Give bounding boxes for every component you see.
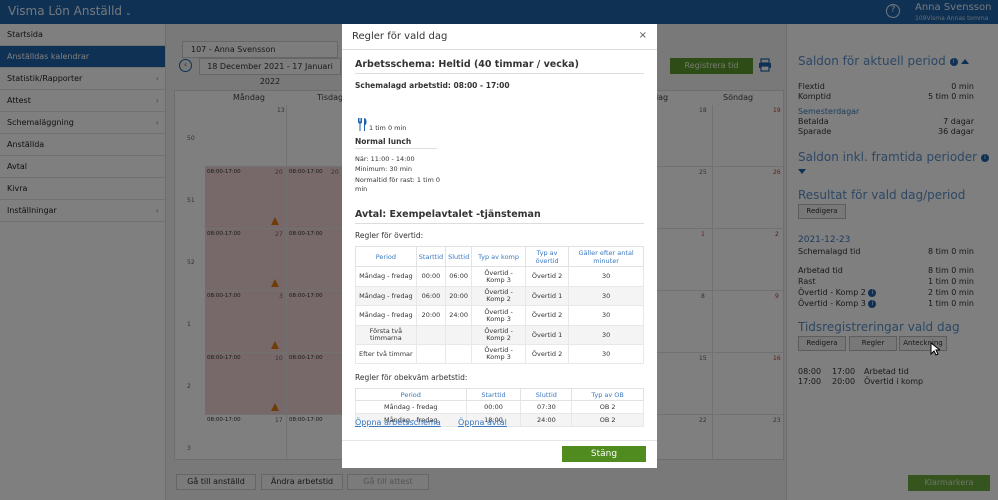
- table-cell: Övertid - Komp 3: [471, 305, 526, 326]
- lunch-normal: Normaltid för rast: 1 tim 0: [355, 176, 441, 184]
- table-cell: [445, 344, 473, 364]
- table-cell: 30: [568, 325, 644, 345]
- divider: [355, 148, 437, 149]
- rules-modal: Regler för vald dag × Arbetsschema: Helt…: [342, 24, 657, 468]
- table-cell: 30: [568, 305, 644, 326]
- table-header: Period: [355, 388, 467, 401]
- table-header: Starttid: [465, 388, 522, 401]
- modal-header: Regler för vald dag ×: [342, 24, 657, 50]
- fork-knife-icon: [358, 118, 367, 131]
- table-cell: 24:00: [445, 305, 473, 326]
- table-cell: Övertid 2: [524, 305, 570, 326]
- table-cell: Måndag - fredag: [355, 305, 417, 326]
- table-cell: 30: [568, 266, 644, 287]
- table-row: Efter två timmar Övertid - Komp 3 Överti…: [355, 344, 644, 364]
- modal-body: Arbetsschema: Heltid (40 timmar / vecka)…: [342, 50, 657, 430]
- modal-title: Regler för vald dag: [352, 31, 448, 42]
- schedule-heading: Arbetsschema: Heltid (40 timmar / vecka): [355, 59, 579, 70]
- table-row: Måndag - fredag 20:00 24:00 Övertid - Ko…: [355, 305, 644, 326]
- table-header: Period: [355, 246, 417, 267]
- table-header: Sluttid: [520, 388, 573, 401]
- table-cell: Övertid - Komp 3: [471, 344, 526, 364]
- table-cell: 30: [568, 286, 644, 306]
- table-cell: 00:00: [415, 266, 447, 287]
- table-row: Första två timmarna Övertid - Komp 2 Öve…: [355, 325, 644, 345]
- table-cell: 07:30: [520, 400, 573, 414]
- table-cell: 24:00: [520, 413, 573, 427]
- table-cell: Första två timmarna: [355, 325, 417, 345]
- open-schedule-link[interactable]: Öppna arbetsschema: [355, 418, 441, 427]
- table-cell: Måndag - fredag: [355, 400, 467, 414]
- table-header: Typ av komp: [471, 246, 526, 267]
- table-cell: Efter två timmar: [355, 344, 417, 364]
- table-cell: 00:00: [465, 400, 522, 414]
- table-cell: 30: [568, 344, 644, 364]
- table-cell: 20:00: [415, 305, 447, 326]
- table-cell: Övertid 1: [524, 286, 570, 306]
- lunch-minimum: Minimum: 30 min: [355, 165, 412, 173]
- table-cell: 20:00: [445, 286, 473, 306]
- table-cell: Övertid 1: [524, 325, 570, 345]
- table-header: Typ av OB: [571, 388, 644, 401]
- table-cell: OB 2: [571, 413, 644, 427]
- table-cell: [415, 344, 447, 364]
- table-header: Typ av övertid: [524, 246, 570, 267]
- lunch-when: När: 11:00 - 14:00: [355, 155, 415, 163]
- open-agreement-link[interactable]: Öppna avtal: [458, 418, 507, 427]
- table-cell: 06:00: [445, 266, 473, 287]
- table-cell: [415, 325, 447, 345]
- table-cell: Övertid 2: [524, 266, 570, 287]
- ob-rules-label: Regler för obekväm arbetstid:: [355, 373, 468, 382]
- divider: [355, 73, 644, 74]
- divider: [355, 223, 644, 224]
- overtime-rules-table: Period Starttid Sluttid Typ av komp Typ …: [355, 246, 644, 364]
- table-header: Starttid: [415, 246, 447, 267]
- lunch-normal: min: [355, 185, 368, 193]
- lunch-title: Normal lunch: [355, 137, 412, 146]
- table-cell: Måndag - fredag: [355, 266, 417, 287]
- close-icon[interactable]: ×: [639, 30, 647, 41]
- lunch-duration: 1 tim 0 min: [369, 124, 407, 132]
- table-cell: 06:00: [415, 286, 447, 306]
- table-row: Måndag - fredag 06:00 20:00 Övertid - Ko…: [355, 286, 644, 306]
- table-row: Måndag - fredag 00:00 06:00 Övertid - Ko…: [355, 266, 644, 287]
- table-cell: Måndag - fredag: [355, 286, 417, 306]
- table-cell: [445, 325, 473, 345]
- table-cell: Övertid - Komp 2: [471, 286, 526, 306]
- agreement-heading: Avtal: Exempelavtalet -tjänsteman: [355, 209, 541, 220]
- mouse-cursor-icon: [930, 342, 940, 356]
- scheduled-worktime: Schemalagd arbetstid: 08:00 - 17:00: [355, 81, 510, 90]
- table-header: Gäller efter antal minuter: [568, 246, 644, 267]
- table-cell: Övertid - Komp 3: [471, 266, 526, 287]
- table-cell: Övertid 2: [524, 344, 570, 364]
- table-header: Sluttid: [445, 246, 473, 267]
- overtime-rules-label: Regler för övertid:: [355, 231, 424, 240]
- table-row: Måndag - fredag 00:00 07:30 OB 2: [355, 400, 644, 414]
- table-cell: Övertid - Komp 2: [471, 325, 526, 345]
- table-cell: OB 2: [571, 400, 644, 414]
- close-button[interactable]: Stäng: [562, 446, 646, 462]
